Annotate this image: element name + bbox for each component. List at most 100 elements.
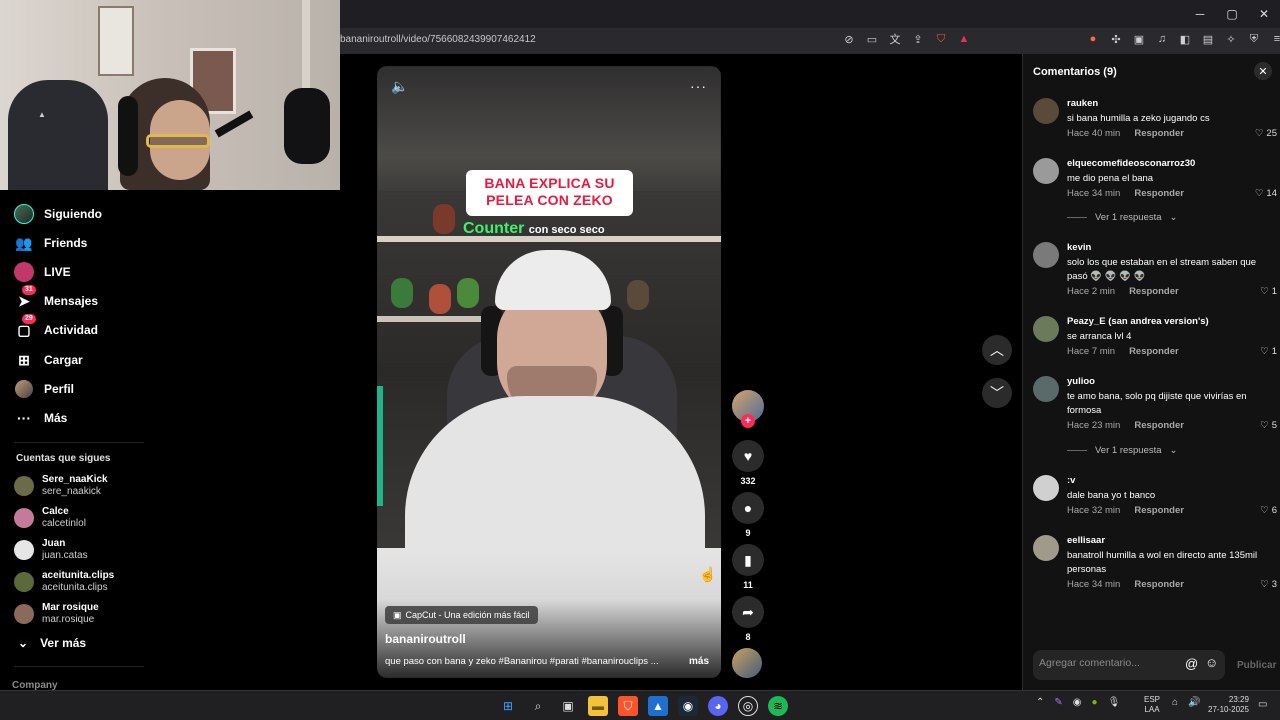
no-tracking-icon[interactable]: ⊘ (842, 32, 856, 46)
reply-button[interactable]: Responder (1134, 579, 1184, 590)
clock[interactable]: 23:29 27-10-2025 (1208, 695, 1249, 715)
reply-button[interactable]: Responder (1134, 420, 1184, 431)
reply-button[interactable]: Responder (1129, 286, 1179, 297)
previous-video-button[interactable]: ︿ (982, 335, 1012, 365)
save-button[interactable]: ▮ (732, 544, 764, 576)
search-icon[interactable]: ⌕ (528, 696, 548, 716)
tray-app-icon[interactable]: ✎ (1054, 697, 1062, 708)
more-options-icon[interactable]: ··· (690, 78, 707, 94)
avatar[interactable] (1033, 376, 1059, 402)
steam-icon[interactable]: ◉ (678, 696, 698, 716)
comment-username[interactable]: yulioo (1067, 376, 1095, 387)
see-more-button[interactable]: ⌄ Ver más (18, 636, 86, 650)
capcut-tag[interactable]: ▣ CapCut - Una edición más fácil (385, 606, 538, 624)
comment-username[interactable]: Peazy_E (san andrea version's) (1067, 316, 1209, 327)
video-player[interactable]: BANA EXPLICA SU PELEA CON ZEKO Counter c… (377, 66, 721, 678)
avatar[interactable] (1033, 535, 1059, 561)
view-replies-button[interactable]: Ver 1 respuesta ⌄ (1067, 445, 1178, 456)
wallet-icon[interactable]: ▤ (1201, 32, 1215, 46)
comment-like-button[interactable]: ♡ 25 (1255, 128, 1277, 139)
file-explorer-icon[interactable]: ▬ (588, 696, 608, 716)
spotify-icon[interactable]: ≋ (768, 696, 788, 716)
extensions-puzzle-icon[interactable]: ✣ (1109, 32, 1123, 46)
comment-like-button[interactable]: ♡ 6 (1260, 505, 1277, 516)
nav-item-activity[interactable]: ▢ 29 Actividad (14, 314, 98, 342)
maximize-button[interactable]: ▢ (1216, 0, 1248, 28)
discord-icon[interactable]: ◕ (708, 696, 728, 716)
reply-button[interactable]: Responder (1134, 128, 1184, 139)
mention-icon[interactable]: @ (1185, 656, 1198, 671)
description-more-button[interactable]: más (689, 656, 709, 667)
nav-item-live[interactable]: LIVE (14, 260, 71, 284)
close-comments-button[interactable]: ✕ (1254, 62, 1272, 80)
followed-account[interactable]: aceitunita.clips aceitunita.clips (14, 570, 114, 594)
language-indicator[interactable]: ESP LAA (1144, 695, 1160, 715)
menu-icon[interactable]: ≡ (1270, 32, 1280, 46)
followed-account[interactable]: Juan juan.catas (14, 538, 88, 562)
comment-username[interactable]: rauken (1067, 98, 1098, 109)
avatar[interactable] (1033, 158, 1059, 184)
share-icon[interactable]: ⇪ (911, 32, 925, 46)
nav-item-following[interactable]: Siguiendo (14, 202, 102, 226)
minimize-button[interactable]: ─ (1184, 0, 1216, 28)
followed-account[interactable]: Mar rosique mar.rosique (14, 602, 99, 626)
volume-icon[interactable]: 🔈 (391, 78, 408, 95)
obs-icon[interactable]: ◎ (738, 696, 758, 716)
extension-box-icon[interactable]: ▣ (1132, 32, 1146, 46)
comment-username[interactable]: kevin (1067, 242, 1091, 253)
nav-item-upload[interactable]: ⊞ Cargar (14, 348, 83, 372)
nav-item-messages[interactable]: ➤ 31 Mensajes (14, 285, 98, 313)
brave-browser-icon[interactable]: ⛉ (618, 696, 638, 716)
tray-expand-icon[interactable]: ⌃ (1036, 697, 1044, 708)
avatar[interactable] (1033, 98, 1059, 124)
music-icon[interactable]: ♫ (1155, 32, 1169, 46)
reply-button[interactable]: Responder (1134, 505, 1184, 516)
avatar[interactable] (1033, 475, 1059, 501)
comment-username[interactable]: elquecomefideosconarroz30 (1067, 158, 1195, 169)
url-text[interactable]: bananiroutroll/video/7566082439907462412 (340, 34, 536, 45)
video-author[interactable]: bananiroutroll (385, 632, 466, 646)
publish-button[interactable]: Publicar (1237, 660, 1276, 671)
comment-like-button[interactable]: ♡ 1 (1260, 286, 1277, 297)
nav-item-friends[interactable]: 👥 Friends (14, 231, 87, 255)
task-view-icon[interactable]: ▣ (558, 696, 578, 716)
microphone-icon[interactable]: 🎙 (1108, 697, 1121, 708)
translate-icon[interactable]: 文 (888, 32, 902, 46)
cast-icon[interactable]: ▭ (865, 32, 879, 46)
sidebar-icon[interactable]: ◧ (1178, 32, 1192, 46)
share-button[interactable]: ➦ (732, 596, 764, 628)
brave-rewards-icon[interactable]: ▲ (957, 32, 971, 46)
reply-button[interactable]: Responder (1134, 188, 1184, 199)
comment-username[interactable]: eellisaar (1067, 535, 1105, 546)
followed-account[interactable]: Sere_naaKick sere_naakick (14, 474, 108, 498)
next-video-button[interactable]: ﹀ (982, 378, 1012, 408)
brave-shield-icon[interactable]: ⛉ (934, 32, 948, 46)
notifications-icon[interactable]: ▭ (1258, 699, 1267, 710)
avatar[interactable] (1033, 242, 1059, 268)
like-button[interactable]: ♥ (732, 440, 764, 472)
comment-input[interactable] (1039, 657, 1179, 669)
photos-icon[interactable]: ▲ (648, 696, 668, 716)
leo-ai-icon[interactable]: ✧ (1224, 32, 1238, 46)
emoji-icon[interactable]: ☺ (1205, 655, 1218, 670)
steam-tray-icon[interactable]: ◉ (1073, 697, 1082, 708)
comment-like-button[interactable]: ♡ 3 (1260, 579, 1277, 590)
windows-start-icon[interactable]: ⊞ (498, 696, 518, 716)
extension-fire-icon[interactable]: ● (1086, 32, 1100, 46)
follow-plus-icon[interactable]: + (741, 414, 755, 428)
comment-like-button[interactable]: ♡ 5 (1260, 420, 1277, 431)
sound-disc-avatar[interactable] (732, 648, 762, 678)
nvidia-tray-icon[interactable]: ● (1092, 697, 1098, 708)
comment-button[interactable]: ● (732, 492, 764, 524)
close-window-button[interactable]: ✕ (1248, 0, 1280, 28)
comment-like-button[interactable]: ♡ 14 (1255, 188, 1277, 199)
followed-account[interactable]: Calce calcetinlol (14, 506, 86, 530)
reply-button[interactable]: Responder (1129, 346, 1179, 357)
view-replies-button[interactable]: Ver 1 respuesta ⌄ (1067, 212, 1178, 223)
nav-item-profile[interactable]: Perfil (14, 377, 74, 401)
comment-like-button[interactable]: ♡ 1 (1260, 346, 1277, 357)
avatar[interactable] (1033, 316, 1059, 342)
status-icons[interactable]: ⌂ 🔊 (1172, 697, 1201, 708)
comment-username[interactable]: :v (1067, 475, 1075, 486)
vpn-shield-icon[interactable]: ⛨ (1247, 32, 1261, 46)
